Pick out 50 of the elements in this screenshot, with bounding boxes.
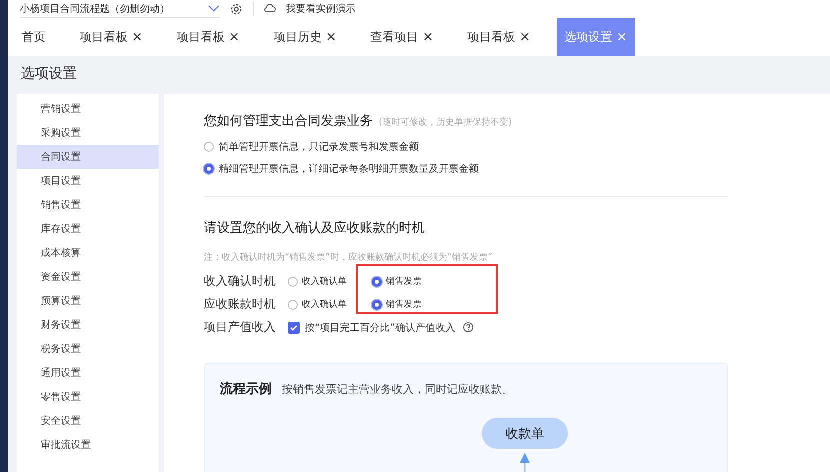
flow-title: 流程示例 bbox=[220, 380, 272, 398]
sidebar-item[interactable]: 通用设置 bbox=[17, 361, 159, 385]
tab[interactable]: 项目看板 × bbox=[72, 18, 151, 56]
sidebar-item[interactable]: 安全设置 bbox=[17, 409, 159, 433]
flow-node: 收款单 bbox=[482, 418, 568, 449]
tab[interactable]: 首页 bbox=[14, 18, 54, 56]
radio-option[interactable]: 收入确认单 bbox=[288, 294, 364, 316]
sidebar-item[interactable]: 审批流设置 bbox=[17, 433, 159, 457]
sidebar-item[interactable]: 项目设置 bbox=[17, 169, 159, 193]
close-icon[interactable]: × bbox=[228, 30, 240, 44]
checkbox-option[interactable]: 按“项目完工百分比”确认产值收入 bbox=[288, 316, 456, 338]
tab[interactable]: 项目看板 × bbox=[168, 18, 248, 56]
demo-link[interactable]: 我要看实例演示 bbox=[286, 2, 356, 16]
sidebar-item[interactable]: 零售设置 bbox=[17, 385, 159, 409]
chevron-down-icon bbox=[208, 4, 220, 12]
note-text: 注：收入确认时机为“销售发票”时，应收账款确认时机必须为“销售发票” bbox=[204, 252, 494, 264]
sidebar-item[interactable]: 销售设置 bbox=[17, 193, 159, 217]
close-icon[interactable]: × bbox=[520, 30, 531, 44]
help-icon[interactable] bbox=[463, 322, 474, 333]
sidebar-item[interactable]: 财务设置 bbox=[17, 313, 159, 337]
sidebar-item[interactable]: 库存设置 bbox=[17, 217, 159, 241]
radio-option[interactable]: 简单管理开票信息，只记录发票号和发票金额 bbox=[204, 136, 728, 158]
radio-option[interactable]: 销售发票 bbox=[372, 294, 452, 316]
tab[interactable]: 项目历史 × bbox=[266, 18, 345, 56]
flow-description: 按销售发票记主营业务收入，同时记应收账款。 bbox=[282, 382, 513, 396]
field-label: 收入确认时机 bbox=[204, 273, 277, 290]
sidebar-item[interactable]: 合同设置 bbox=[17, 145, 159, 169]
arrow-up-icon bbox=[520, 453, 530, 472]
radio-option[interactable]: 销售发票 bbox=[372, 270, 452, 292]
radio-option[interactable]: 精细管理开票信息，详细记录每条明细开票数量及开票金额 bbox=[204, 158, 728, 180]
radio-option[interactable]: 收入确认单 bbox=[288, 270, 364, 292]
close-icon[interactable]: × bbox=[132, 30, 143, 44]
field-label: 项目产值收入 bbox=[204, 319, 277, 336]
sidebar-item[interactable]: 营销设置 bbox=[17, 97, 159, 121]
close-icon[interactable]: × bbox=[422, 30, 434, 44]
tab[interactable]: 项目看板 × bbox=[460, 18, 539, 56]
section-title: 请设置您的收入确认及应收账款的时机 bbox=[204, 220, 425, 237]
tab[interactable]: 查看项目 × bbox=[362, 18, 442, 56]
cloud-icon bbox=[264, 4, 276, 14]
sidebar-item[interactable]: 税务设置 bbox=[17, 337, 159, 361]
field-label: 应收账款时机 bbox=[204, 296, 277, 313]
checkmark-icon bbox=[290, 324, 298, 332]
sidebar-item[interactable]: 预算设置 bbox=[17, 289, 159, 313]
sidebar-item[interactable]: 采购设置 bbox=[17, 121, 159, 145]
section-hint: (随时可修改，历史单据保持不变) bbox=[379, 116, 512, 129]
sidebar-item[interactable]: 成本核算 bbox=[17, 241, 159, 265]
sidebar-item[interactable]: 资金设置 bbox=[17, 265, 159, 289]
close-icon[interactable]: × bbox=[326, 30, 337, 44]
settings-icon[interactable] bbox=[230, 2, 243, 16]
section-title: 您如何管理支出合同发票业务 bbox=[204, 113, 373, 130]
